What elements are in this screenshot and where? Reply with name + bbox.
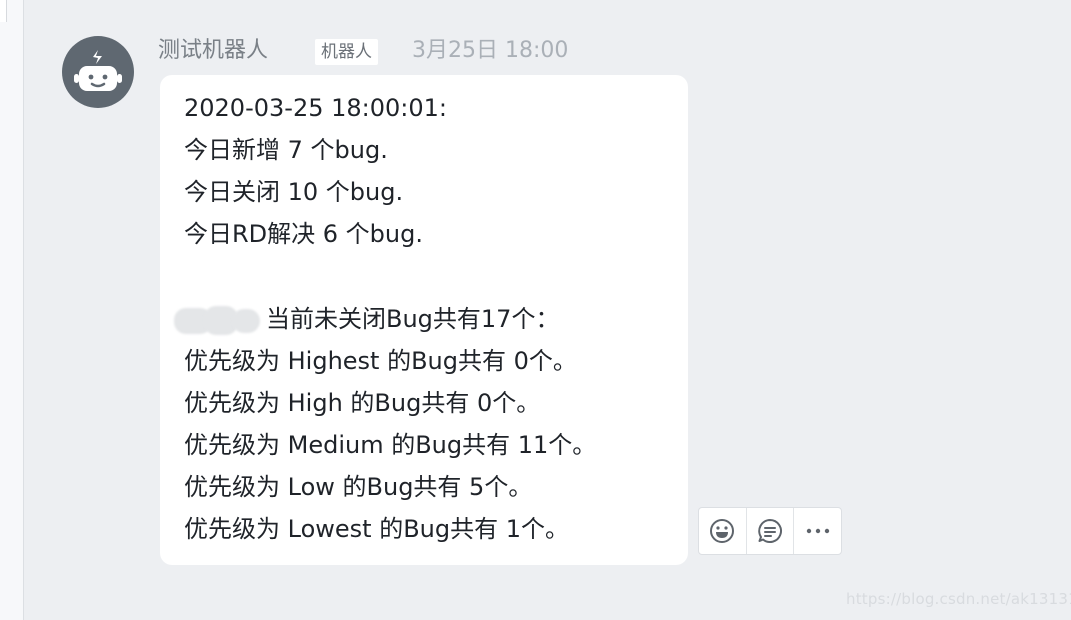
message-timestamp: 3月25日 18:00 bbox=[412, 38, 569, 63]
message-line-closed-bugs: 今日关闭 10 个bug. bbox=[184, 178, 404, 206]
blurred-mention bbox=[174, 305, 260, 335]
reply-icon bbox=[758, 519, 782, 543]
left-panel-top bbox=[0, 0, 7, 22]
reply-button[interactable] bbox=[747, 508, 795, 554]
more-button[interactable] bbox=[794, 508, 841, 554]
message-line-high: 优先级为 High 的Bug共有 0个。 bbox=[184, 389, 541, 417]
watermark: https://blog.csdn.net/ak131313 bbox=[846, 590, 1071, 608]
message-line-open-bugs-row: 当前未关闭Bug共有17个： bbox=[174, 303, 559, 335]
message-line-lowest: 优先级为 Lowest 的Bug共有 1个。 bbox=[184, 515, 570, 543]
reaction-button[interactable] bbox=[699, 508, 747, 554]
chat-window: 测试机器人 机器人 3月25日 18:00 2020-03-25 18:00:0… bbox=[0, 0, 1071, 620]
sender-name[interactable]: 测试机器人 bbox=[158, 36, 268, 66]
emoji-icon bbox=[710, 519, 735, 543]
robot-avatar[interactable] bbox=[62, 36, 134, 108]
message-bubble[interactable]: 2020-03-25 18:00:01: 今日新增 7 个bug. 今日关闭 1… bbox=[160, 75, 688, 565]
message-line-datetime: 2020-03-25 18:00:01: bbox=[184, 94, 447, 122]
bot-badge: 机器人 bbox=[315, 39, 378, 65]
message-actions bbox=[698, 507, 842, 555]
message-line-new-bugs: 今日新增 7 个bug. bbox=[184, 136, 388, 164]
message-line-low: 优先级为 Low 的Bug共有 5个。 bbox=[184, 473, 533, 501]
message-line-resolved-bugs: 今日RD解决 6 个bug. bbox=[184, 220, 423, 248]
message-line-highest: 优先级为 Highest 的Bug共有 0个。 bbox=[184, 347, 577, 375]
message-line-open-bugs: 当前未关闭Bug共有17个： bbox=[266, 305, 560, 333]
robot-icon bbox=[74, 50, 122, 91]
message-line-medium: 优先级为 Medium 的Bug共有 11个。 bbox=[184, 431, 597, 459]
more-icon bbox=[806, 528, 829, 534]
left-panel-edge bbox=[0, 0, 24, 620]
